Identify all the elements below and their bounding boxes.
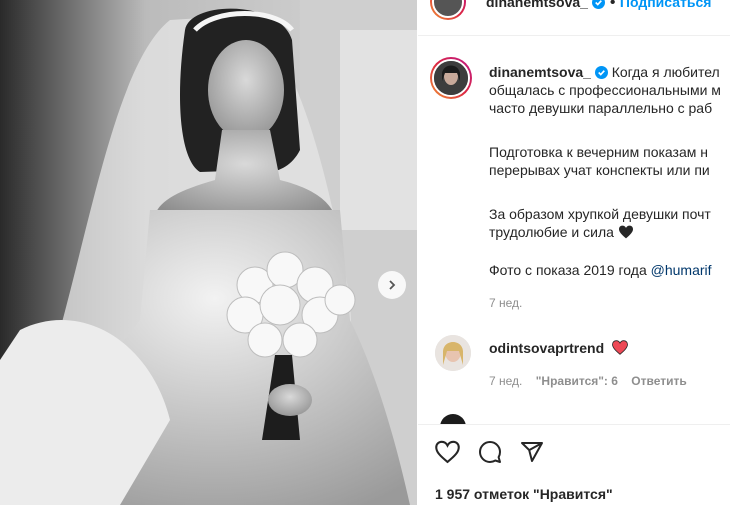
comment-likes-count[interactable]: "Нравится": 6 (536, 374, 618, 388)
caption-text-line: трудолюбие и сила (489, 224, 614, 240)
caption-username[interactable]: dinanemtsova_ (489, 64, 591, 80)
caption-text-line: Подготовка к вечерним показам н (489, 144, 709, 160)
post-header: dinanemtsova_ • Подписаться (418, 0, 730, 35)
caption-timestamp[interactable]: 7 нед. (489, 296, 522, 310)
follow-button[interactable]: Подписаться (620, 0, 712, 10)
chevron-right-icon (389, 280, 396, 290)
share-button[interactable] (520, 440, 544, 464)
comment-button[interactable] (478, 440, 502, 464)
caption-text-line: общалась с профессиональными м (489, 82, 721, 98)
header-avatar-ring[interactable] (430, 0, 466, 20)
caption-text-line: За образом хрупкой девушки почт (489, 206, 711, 222)
comment-username[interactable]: odintsovaprtrend (489, 340, 604, 356)
black-heart-icon (618, 225, 633, 239)
header-username[interactable]: dinanemtsova_ (486, 0, 588, 10)
avatar-image (434, 61, 468, 95)
red-heart-icon (612, 340, 628, 355)
likes-count[interactable]: 1 957 отметок "Нравится" (435, 486, 613, 502)
heart-outline-icon (435, 440, 460, 464)
reply-button[interactable]: Ответить (631, 374, 686, 388)
comment-avatar[interactable] (435, 335, 471, 371)
verified-badge-icon (592, 0, 606, 9)
post-actions (435, 440, 544, 464)
caption-text-line: Когда я любител (611, 64, 720, 80)
post-photo[interactable] (0, 0, 417, 505)
avatar (432, 0, 464, 18)
paper-plane-icon (521, 442, 543, 462)
mention-link[interactable]: @humarif (651, 262, 712, 278)
comment-bubble-icon (479, 441, 501, 463)
divider (418, 35, 730, 36)
like-button[interactable] (435, 440, 460, 464)
post-side-panel: dinanemtsova_ • Подписаться dinanemtsova… (418, 0, 730, 505)
caption-photo-credit: Фото с показа 2019 года (489, 262, 651, 278)
caption-avatar-ring[interactable] (430, 57, 472, 99)
verified-badge-icon (594, 66, 608, 79)
next-photo-button[interactable] (378, 271, 406, 299)
comment-timestamp[interactable]: 7 нед. (489, 374, 522, 388)
bride-photo-image (0, 0, 417, 505)
caption-text-line: перерывах учат конспекты или пи (489, 162, 710, 178)
avatar-image (435, 335, 471, 371)
caption-text-line: часто девушки параллельно с раб (489, 100, 713, 116)
avatar (432, 59, 470, 97)
